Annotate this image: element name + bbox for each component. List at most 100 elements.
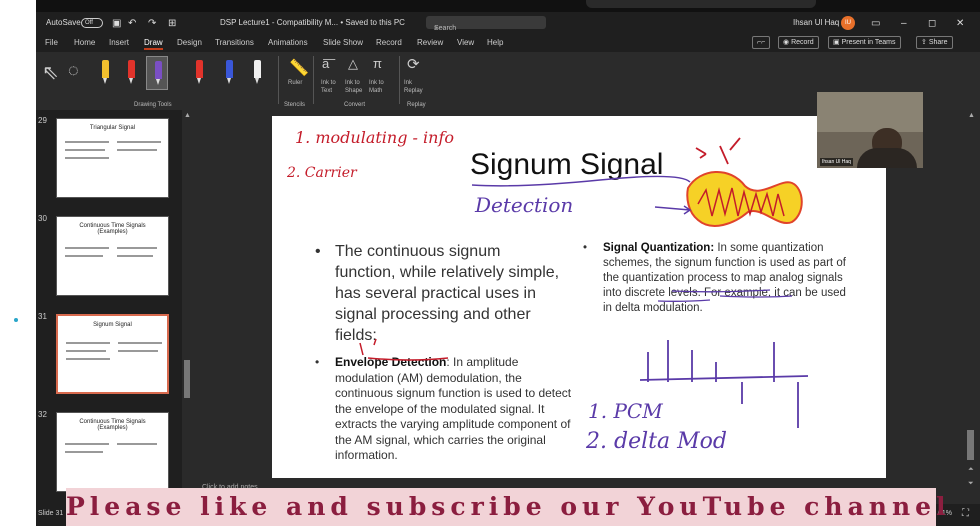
scroll-up-icon[interactable]: ▲	[184, 112, 191, 119]
thumbnail-title: Continuous Time Signals (Examples)	[79, 223, 146, 235]
ribbon-separator	[278, 56, 279, 104]
slide-number: 32	[38, 410, 47, 419]
share-button[interactable]: ⇪ Share	[916, 36, 953, 49]
lasso-icon: ◌	[68, 60, 79, 80]
subscribe-banner: Please like and subscribe our YouTube ch…	[66, 488, 946, 526]
pen-tip-icon	[227, 78, 231, 84]
ink-to-shape-button[interactable]: Ink to Shape	[345, 79, 369, 95]
bullet-dot: •	[583, 242, 588, 254]
pen-tip-icon	[129, 78, 133, 84]
cursor-dot	[14, 318, 18, 322]
autosave-toggle[interactable]: Off	[81, 18, 103, 28]
thumbnail-text-line	[65, 255, 103, 257]
pen-1[interactable]	[94, 56, 116, 90]
maximize-icon[interactable]: ◻	[928, 18, 936, 29]
tab-view[interactable]: View	[457, 38, 474, 47]
close-icon[interactable]: ✕	[956, 18, 964, 29]
teams-icon: ▣	[833, 39, 842, 46]
select-tool[interactable]: ⇖	[40, 56, 62, 90]
scrollbar-thumb[interactable]	[967, 430, 974, 460]
tab-draw[interactable]: Draw	[144, 38, 163, 50]
record-icon: ◉	[783, 39, 792, 46]
highlighter[interactable]	[246, 56, 268, 90]
scrollbar-thumb[interactable]	[184, 360, 190, 398]
minimize-icon[interactable]: –	[901, 18, 907, 29]
scroll-up-icon[interactable]: ▲	[968, 112, 975, 119]
thumbnails-scrollbar[interactable]: ▲	[182, 110, 192, 504]
pen-tip-icon	[255, 78, 259, 84]
bullet-envelope-detection[interactable]: • Envelope Detection: In amplitude modul…	[315, 355, 575, 464]
ink-to-math-icon[interactable]: π	[373, 56, 382, 71]
webcam-name: Ihsan Ul Haq	[820, 158, 853, 166]
tab-insert[interactable]: Insert	[109, 38, 129, 47]
tab-slide-show[interactable]: Slide Show	[323, 38, 363, 47]
ink-to-math-button[interactable]: Ink to Math	[369, 79, 395, 95]
ribbon-display-icon[interactable]: ▭	[871, 18, 880, 29]
fit-slide-icon[interactable]: ⛶	[962, 508, 969, 519]
thumbnail-text-line	[117, 149, 157, 151]
autosave-label: AutoSave	[46, 18, 81, 27]
ruler-icon[interactable]: 📏	[289, 58, 309, 78]
ink-to-shape-icon[interactable]: △	[348, 56, 358, 72]
ribbon-separator	[399, 56, 400, 104]
ink-replay-icon[interactable]: ⟳	[407, 55, 420, 73]
bullet-practical-uses[interactable]: • The continuous signum function, while …	[315, 241, 560, 346]
pen-3-selected[interactable]	[146, 56, 168, 90]
slide-title[interactable]: Signum Signal	[470, 148, 663, 182]
editor-scrollbar[interactable]: ▲ ⏶ ⏷	[962, 110, 980, 504]
tab-home[interactable]: Home	[74, 38, 95, 47]
present-in-teams-button[interactable]: ▣ Present in Teams	[828, 36, 901, 49]
pen-body-icon	[196, 60, 203, 78]
lasso-tool[interactable]: ◌	[66, 56, 88, 90]
tab-review[interactable]: Review	[417, 38, 443, 47]
tab-record[interactable]: Record	[376, 38, 402, 47]
tab-file[interactable]: File	[45, 38, 58, 47]
redo-icon[interactable]: ↷	[148, 18, 156, 29]
slide-number: 29	[38, 116, 47, 125]
thumbnail-text-line	[65, 451, 103, 453]
slide-thumbnail-32[interactable]: Continuous Time Signals (Examples)	[56, 412, 169, 492]
thumbnail-text-line	[118, 350, 158, 352]
present-icon[interactable]: ⊞	[168, 18, 176, 29]
pen-body-icon	[128, 60, 135, 78]
page-down-icon[interactable]: ⏷	[968, 480, 974, 488]
slide-number: 30	[38, 214, 47, 223]
group-stencils: Stencils	[284, 102, 306, 108]
title-bar: AutoSave Off ▣ ↶ ↷ ⊞ DSP Lecture1 - Comp…	[36, 12, 980, 34]
slide-thumbnails-pane: 29 Triangular Signal 30 Continuous Time …	[36, 110, 182, 504]
search-input[interactable]: ⌕ Search	[426, 16, 546, 32]
tab-help[interactable]: Help	[487, 38, 503, 47]
pen-4[interactable]	[188, 56, 210, 90]
ink-replay-button[interactable]: Ink Replay	[404, 79, 428, 95]
pen-tip-icon	[197, 78, 201, 84]
thumbnail-text-line	[66, 358, 110, 360]
slide-thumbnail-29[interactable]: Triangular Signal	[56, 118, 169, 198]
tab-animations[interactable]: Animations	[268, 38, 308, 47]
thumbnail-text-line	[65, 247, 109, 249]
pen-2[interactable]	[120, 56, 142, 90]
thumbnail-text-line	[117, 247, 157, 249]
bullet-signal-quantization[interactable]: • Signal Quantization: In some quantizat…	[583, 241, 848, 316]
ink-to-text-button[interactable]: Ink to Text	[321, 79, 343, 95]
save-icon[interactable]: ▣	[112, 18, 121, 29]
thumbnail-text-line	[66, 350, 106, 352]
slide-thumbnail-31-active[interactable]: Signum Signal	[56, 314, 169, 394]
desktop-edge	[0, 0, 36, 526]
pen-body-icon	[254, 60, 261, 78]
comments-button[interactable]: ⌐⌐	[752, 36, 771, 49]
thumbnail-text-line	[117, 255, 153, 257]
avatar[interactable]: IU	[841, 16, 855, 30]
ink-to-text-icon[interactable]: a͞	[322, 56, 329, 71]
tab-transitions[interactable]: Transitions	[215, 38, 254, 47]
slide-thumbnail-30[interactable]: Continuous Time Signals (Examples)	[56, 216, 169, 296]
tab-design[interactable]: Design	[177, 38, 202, 47]
pen-5[interactable]	[218, 56, 240, 90]
document-title[interactable]: DSP Lecture1 - Compatibility M... • Save…	[220, 18, 405, 27]
bullet-dot: •	[315, 243, 321, 260]
ruler-button[interactable]: Ruler	[288, 80, 302, 86]
cursor-arrow-icon: ⇖	[42, 62, 59, 84]
undo-icon[interactable]: ↶	[128, 18, 136, 29]
record-button[interactable]: ◉ Record	[778, 36, 819, 49]
thumbnail-text-line	[117, 443, 157, 445]
page-up-icon[interactable]: ⏶	[968, 466, 974, 474]
